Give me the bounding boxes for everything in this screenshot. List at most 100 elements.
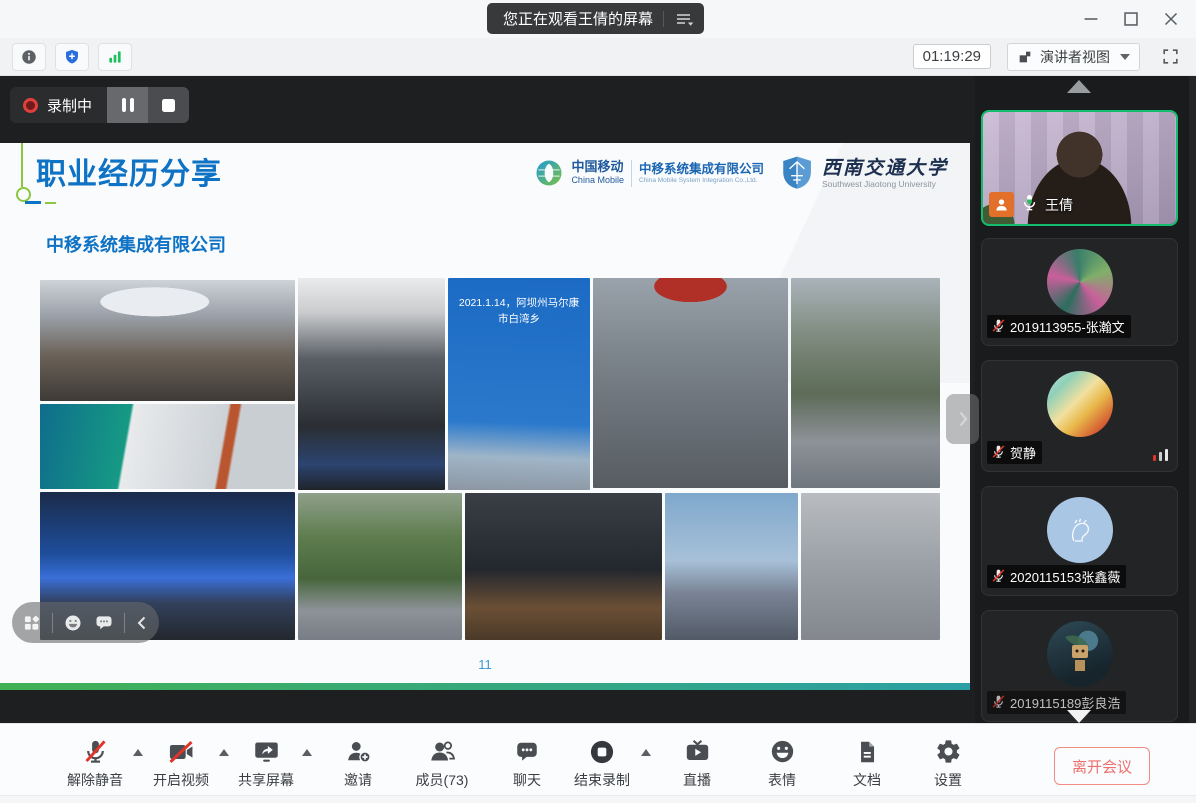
photo-meeting-room <box>40 280 295 401</box>
participant-tile-zhangxinwei[interactable]: 2020115153张鑫薇 <box>981 486 1178 596</box>
unmute-button[interactable]: 解除静音 <box>53 735 137 790</box>
chat-label: 聊天 <box>485 770 569 790</box>
scroll-down-arrow-icon[interactable] <box>1067 710 1091 723</box>
stop-record-icon <box>560 735 644 768</box>
participant-tile-penglianghao[interactable]: 2019115189彭良浩 <box>981 610 1178 722</box>
title-underline-green <box>45 202 56 204</box>
emoji-button[interactable]: 表情 <box>740 735 824 790</box>
scroll-up-arrow-icon[interactable] <box>1067 80 1091 93</box>
emoji-quick-icon[interactable] <box>63 613 83 633</box>
photo-utility-pole: 2021.1.14，阿坝州马尔康市白湾乡 <box>448 278 590 490</box>
swjtu-shield-icon <box>779 155 815 191</box>
stop-recording-button[interactable] <box>148 87 189 123</box>
live-button[interactable]: 直播 <box>655 735 739 790</box>
layout-icon <box>1017 49 1033 65</box>
collapse-pill-chevron-icon[interactable] <box>135 615 149 631</box>
main-area: 职业经历分享 中移系统集成有限公司 中国移动 China Mobile <box>0 76 1196 723</box>
end-recording-button[interactable]: 结束录制 <box>560 735 644 790</box>
photo-screen-installation <box>40 404 295 489</box>
recording-control: 录制中 <box>10 87 189 123</box>
invite-person-icon <box>316 735 400 768</box>
slide-logos: 中国移动 China Mobile 中移系统集成有限公司 China Mobil… <box>534 155 948 191</box>
photo-stairs-arch <box>593 278 788 488</box>
maximize-icon[interactable] <box>1116 4 1146 34</box>
slide-subtitle: 中移系统集成有限公司 <box>46 231 226 257</box>
photo-camera-tower <box>665 493 798 640</box>
banner-menu-icon[interactable] <box>674 10 696 28</box>
chat-bubble-icon <box>485 735 569 768</box>
shared-screen-stage: 职业经历分享 中移系统集成有限公司 中国移动 China Mobile <box>0 76 975 723</box>
recording-options-caret[interactable] <box>641 749 651 756</box>
watching-banner: 您正在观看王倩的屏幕 <box>487 3 704 34</box>
avatar <box>1047 249 1113 315</box>
bottom-edge-strip <box>0 795 1196 803</box>
china-mobile-en: China Mobile <box>571 175 624 185</box>
participant-tile-hejing[interactable]: 贺静 <box>981 360 1178 472</box>
participant-name: 2019115189彭良浩 <box>1010 693 1120 712</box>
members-button[interactable]: 成员(73) <box>400 735 484 790</box>
photo-caption: 2021.1.14，阿坝州马尔康市白湾乡 <box>457 278 582 328</box>
china-mobile-cn: 中国移动 <box>571 160 624 175</box>
participants-panel: 王倩 2019113955-张瀚文 <box>975 76 1196 723</box>
window-controls <box>1076 0 1186 38</box>
pause-recording-button[interactable] <box>107 87 148 123</box>
slide-title: 职业经历分享 <box>36 149 222 193</box>
avatar <box>1047 371 1113 437</box>
minimize-icon[interactable] <box>1076 4 1106 34</box>
members-label: 成员(73) <box>400 770 484 790</box>
view-mode-selector[interactable]: 演讲者视图 <box>1007 43 1140 71</box>
pill-divider <box>52 613 53 633</box>
leave-meeting-button[interactable]: 离开会议 <box>1054 747 1150 785</box>
mic-on-icon <box>1020 193 1039 217</box>
participant-name: 2019113955-张瀚文 <box>1010 317 1125 336</box>
live-tv-icon <box>655 735 739 768</box>
china-mobile-logo: 中国移动 China Mobile 中移系统集成有限公司 China Mobil… <box>534 158 764 188</box>
slide-page-number: 11 <box>0 657 970 672</box>
photo-control-room <box>465 493 662 640</box>
docs-button[interactable]: 文档 <box>825 735 909 790</box>
settings-label: 设置 <box>906 770 990 790</box>
recording-dot-icon <box>23 98 38 113</box>
pill-divider <box>124 613 125 633</box>
chat-button[interactable]: 聊天 <box>485 735 569 790</box>
meeting-app-window: 您正在观看王倩的屏幕 <box>0 0 1196 803</box>
chat-quick-icon[interactable] <box>94 613 114 633</box>
network-signal-icon[interactable] <box>98 43 132 71</box>
invite-label: 邀请 <box>316 770 400 790</box>
title-accent-circle <box>16 187 31 202</box>
panel-scrollbar[interactable] <box>1189 76 1196 723</box>
participant-tile-wangqian[interactable]: 王倩 <box>981 110 1178 226</box>
document-icon <box>825 735 909 768</box>
china-mobile-swirl-icon <box>534 158 564 188</box>
screen-sharing-badge-icon <box>989 192 1014 217</box>
security-shield-icon[interactable] <box>55 43 89 71</box>
banner-separator <box>663 11 664 27</box>
watching-banner-text: 您正在观看王倩的屏幕 <box>503 8 653 29</box>
participant-name: 王倩 <box>1045 195 1073 215</box>
settings-button[interactable]: 设置 <box>906 735 990 790</box>
unmute-label: 解除静音 <box>53 770 137 790</box>
panel-collapse-handle[interactable] <box>946 394 979 444</box>
view-mode-label: 演讲者视图 <box>1040 47 1110 67</box>
invite-button[interactable]: 邀请 <box>316 735 400 790</box>
meeting-timer: 01:19:29 <box>913 44 991 69</box>
close-icon[interactable] <box>1156 4 1186 34</box>
slide-bottom-band <box>0 683 970 690</box>
floating-quick-actions <box>12 602 159 643</box>
title-bar: 您正在观看王倩的屏幕 <box>0 0 1196 38</box>
swjtu-logo: 西南交通大学 Southwest Jiaotong University <box>779 155 948 191</box>
meeting-info-icon[interactable] <box>12 43 46 71</box>
meeting-toolbar: 01:19:29 演讲者视图 <box>0 38 1196 76</box>
mic-muted-icon <box>991 318 1006 336</box>
leave-meeting-label: 离开会议 <box>1072 756 1132 777</box>
end-recording-label: 结束录制 <box>560 770 644 790</box>
share-screen-icon <box>224 735 308 768</box>
avatar <box>1047 497 1113 563</box>
participant-tile-zhanghanwen[interactable]: 2019113955-张瀚文 <box>981 238 1178 346</box>
share-options-caret[interactable] <box>302 749 312 756</box>
share-screen-button[interactable]: 共享屏幕 <box>224 735 308 790</box>
start-video-button[interactable]: 开启视频 <box>139 735 223 790</box>
fullscreen-icon[interactable] <box>1156 44 1184 70</box>
layout-grid-icon[interactable] <box>22 613 42 633</box>
participant-name: 贺静 <box>1010 443 1036 462</box>
